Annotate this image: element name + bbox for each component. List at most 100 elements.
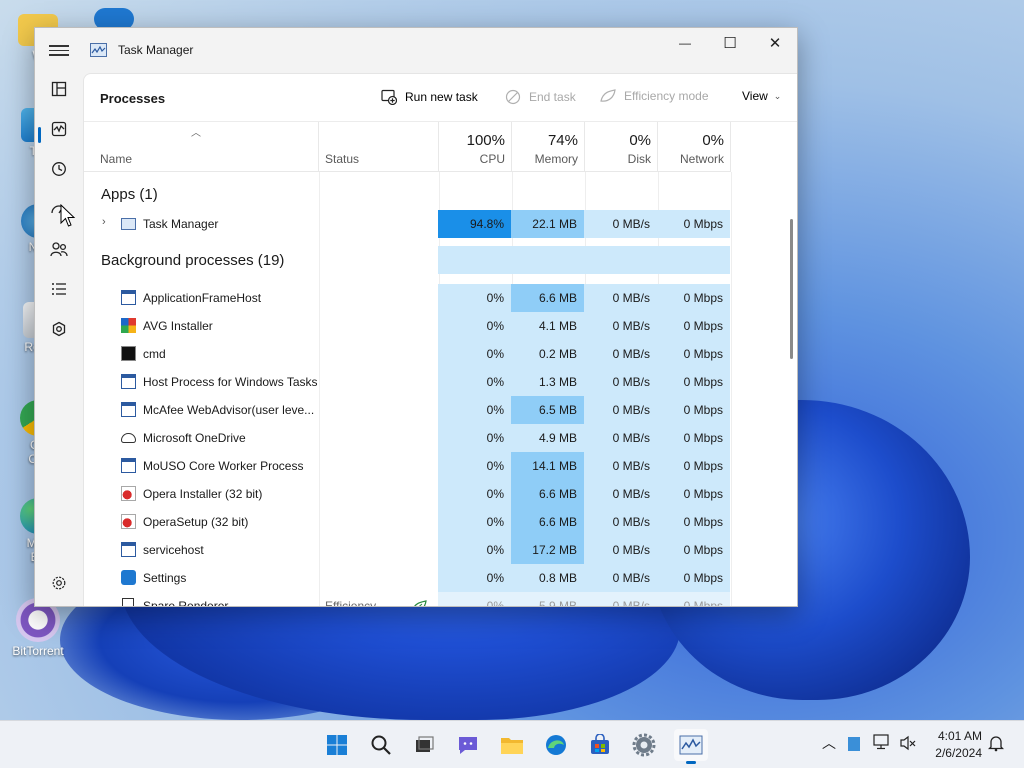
network-tray-button[interactable] bbox=[873, 734, 891, 753]
document-icon bbox=[122, 598, 134, 606]
volume-tray-button[interactable] bbox=[899, 735, 917, 754]
table-row[interactable]: › Task Manager 94.8% 22.1 MB 0 MB/s 0 Mb… bbox=[84, 210, 797, 238]
memory-cell: 1.3 MB bbox=[511, 368, 584, 396]
chevron-right-icon[interactable]: › bbox=[102, 216, 106, 228]
cpu-cell: 0% bbox=[438, 340, 511, 368]
table-row[interactable]: Opera Installer (32 bit) 0% 6.6 MB 0 MB/s 0 … bbox=[84, 480, 797, 508]
nav-processes[interactable] bbox=[43, 73, 75, 105]
process-name: Host Process for Windows Tasks bbox=[143, 375, 318, 389]
table-row[interactable]: AVG Installer 0% 4.1 MB 0 MB/s 0 Mbps bbox=[84, 312, 797, 340]
disk-cell: 0 MB/s bbox=[584, 368, 657, 396]
details-icon bbox=[52, 283, 66, 295]
network-cell: 0 Mbps bbox=[657, 340, 730, 368]
process-name: Microsoft OneDrive bbox=[143, 431, 246, 445]
title-bar[interactable]: Task Manager — ☐ ✕ bbox=[35, 28, 797, 73]
show-hidden-icons-button[interactable]: ︿ bbox=[822, 733, 836, 753]
column-label: CPU bbox=[479, 152, 505, 166]
processes-icon bbox=[51, 81, 67, 97]
task-manager-taskbar-button[interactable] bbox=[674, 729, 708, 764]
network-cell: 0 Mbps bbox=[657, 564, 730, 592]
avg-icon bbox=[121, 318, 136, 333]
disk-cell: 0 MB/s bbox=[584, 424, 657, 452]
table-row[interactable]: Microsoft OneDrive 0% 4.9 MB 0 MB/s 0 Mbps bbox=[84, 424, 797, 452]
network-cell: 0 Mbps bbox=[657, 424, 730, 452]
cpu-cell: 0% bbox=[438, 564, 511, 592]
notifications-button[interactable] bbox=[987, 734, 1005, 755]
file-explorer-button[interactable] bbox=[498, 731, 526, 759]
desktop-icon-bittorrent[interactable]: BitTorrent bbox=[8, 598, 68, 658]
network-cell: 0 Mbps bbox=[657, 368, 730, 396]
table-row[interactable]: MoUSO Core Worker Process 0% 14.1 MB 0 MB/s… bbox=[84, 452, 797, 480]
end-task-button[interactable]: End task bbox=[505, 89, 576, 105]
view-dropdown[interactable]: View ⌄ bbox=[742, 89, 781, 103]
column-label: Name bbox=[100, 152, 133, 166]
window-app-icon bbox=[121, 290, 136, 305]
services-icon bbox=[52, 321, 66, 337]
maximize-button[interactable]: ☐ bbox=[707, 28, 753, 58]
process-name: Spare Renderer bbox=[143, 599, 229, 607]
navigation-rail bbox=[35, 73, 83, 606]
disk-cell: 0 MB/s bbox=[584, 396, 657, 424]
minimize-button[interactable]: — bbox=[662, 28, 708, 58]
table-row[interactable]: Spare Renderer Efficiency... 0% 5.9 MB 0 MB/… bbox=[84, 592, 797, 607]
taskbar: ︿ 4:01 AM 2/6/2024 bbox=[0, 720, 1024, 768]
task-view-button[interactable] bbox=[410, 731, 438, 759]
column-header-cpu[interactable]: 100% CPU bbox=[439, 122, 512, 172]
nav-app-history[interactable] bbox=[43, 153, 75, 185]
vertical-scrollbar[interactable] bbox=[790, 219, 793, 359]
network-cell: 0 Mbps bbox=[657, 396, 730, 424]
run-new-task-icon bbox=[381, 89, 397, 105]
leaf-icon bbox=[600, 89, 616, 102]
minimize-icon: — bbox=[679, 36, 691, 50]
run-new-task-button[interactable]: Run new task bbox=[381, 89, 478, 105]
nav-services[interactable] bbox=[43, 313, 75, 345]
tray-app-icon[interactable] bbox=[848, 737, 860, 751]
nav-settings[interactable] bbox=[43, 567, 75, 599]
process-name: ApplicationFrameHost bbox=[143, 291, 262, 305]
table-row[interactable]: Settings 0% 0.8 MB 0 MB/s 0 Mbps bbox=[84, 564, 797, 592]
table-row[interactable]: OperaSetup (32 bit) 0% 6.6 MB 0 MB/s 0 Mbps bbox=[84, 508, 797, 536]
column-header-memory[interactable]: 74% Memory bbox=[512, 122, 585, 172]
table-row[interactable]: ApplicationFrameHost 0% 6.6 MB 0 MB/s 0 Mbps bbox=[84, 284, 797, 312]
memory-cell: 6.5 MB bbox=[511, 396, 584, 424]
close-button[interactable]: ✕ bbox=[752, 28, 797, 58]
memory-cell: 5.9 MB bbox=[511, 592, 584, 606]
chevron-up-icon: ︿ bbox=[822, 735, 836, 751]
window-app-icon bbox=[121, 374, 136, 389]
table-row[interactable]: McAfee WebAdvisor(user leve... 0% 6.5 MB 0 … bbox=[84, 396, 797, 424]
store-icon bbox=[591, 734, 609, 754]
network-cell: 0 Mbps bbox=[657, 480, 730, 508]
table-row[interactable]: Host Process for Windows Tasks 0% 1.3 MB 0 … bbox=[84, 368, 797, 396]
table-row[interactable]: servicehost 0% 17.2 MB 0 MB/s 0 Mbps bbox=[84, 536, 797, 564]
column-header-network[interactable]: 0% Network bbox=[658, 122, 731, 172]
cpu-cell: 0% bbox=[438, 312, 511, 340]
column-header-status[interactable]: Status bbox=[319, 122, 439, 172]
memory-cell bbox=[511, 246, 584, 274]
nav-users[interactable] bbox=[43, 233, 75, 265]
task-view-icon bbox=[416, 736, 434, 752]
taskbar-search-button[interactable] bbox=[367, 731, 395, 759]
process-name: Opera Installer (32 bit) bbox=[143, 487, 263, 501]
process-name: OperaSetup (32 bit) bbox=[143, 515, 249, 529]
efficiency-mode-button[interactable]: Efficiency mode bbox=[600, 89, 709, 103]
desktop-icon-label: BitTorrent bbox=[12, 644, 64, 658]
cpu-cell: 0% bbox=[438, 452, 511, 480]
settings-taskbar-button[interactable] bbox=[630, 731, 658, 759]
store-button[interactable] bbox=[586, 731, 614, 759]
hamburger-menu-icon[interactable] bbox=[49, 42, 69, 60]
table-row[interactable]: cmd 0% 0.2 MB 0 MB/s 0 Mbps bbox=[84, 340, 797, 368]
column-label: Disk bbox=[627, 152, 651, 166]
disk-cell: 0 MB/s bbox=[584, 452, 657, 480]
chat-button[interactable] bbox=[454, 731, 482, 759]
nav-performance[interactable] bbox=[43, 113, 75, 145]
start-button[interactable] bbox=[323, 731, 351, 759]
cpu-total: 100% bbox=[466, 132, 505, 149]
system-clock[interactable]: 4:01 AM 2/6/2024 bbox=[935, 728, 982, 762]
edge-taskbar-button[interactable] bbox=[542, 731, 570, 759]
column-header-disk[interactable]: 0% Disk bbox=[585, 122, 658, 172]
efficiency-leaf-icon bbox=[414, 600, 427, 606]
cpu-cell bbox=[438, 246, 511, 274]
memory-cell: 6.6 MB bbox=[511, 480, 584, 508]
column-header-name[interactable]: ︿ Name bbox=[84, 122, 319, 172]
nav-details[interactable] bbox=[43, 273, 75, 305]
